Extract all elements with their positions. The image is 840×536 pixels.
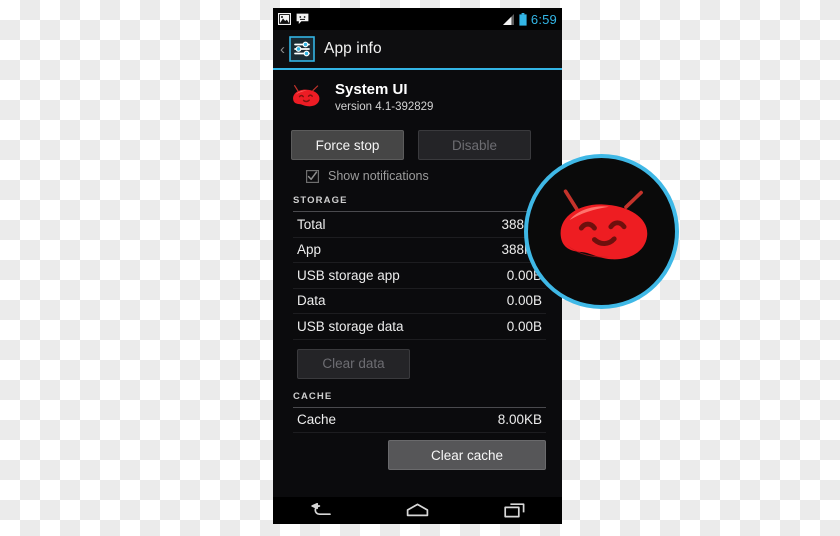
row-value: 0.00B bbox=[506, 293, 542, 309]
show-notifications-row[interactable]: Show notifications bbox=[273, 160, 562, 183]
app-header: System UI version 4.1-392829 bbox=[273, 70, 562, 117]
row-label: Cache bbox=[297, 412, 337, 428]
status-bar-system: 6:59 bbox=[502, 11, 557, 27]
storage-section-title: STORAGE bbox=[293, 195, 348, 206]
row-label: App bbox=[297, 242, 322, 258]
table-row: Cache 8.00KB bbox=[293, 408, 546, 433]
settings-sliders-icon[interactable] bbox=[289, 36, 315, 62]
image-icon bbox=[278, 13, 291, 25]
recents-nav-icon[interactable] bbox=[504, 503, 525, 518]
clear-data-button-wrap: Clear data bbox=[293, 340, 546, 379]
status-bar: 6:59 bbox=[273, 8, 562, 30]
app-name: System UI bbox=[335, 81, 408, 98]
row-label: Total bbox=[297, 216, 326, 232]
show-notifications-label: Show notifications bbox=[328, 169, 429, 183]
phone-device: 6:59 ‹ App info System UI version 4.1-39… bbox=[273, 8, 562, 524]
status-bar-notifications bbox=[278, 13, 309, 25]
row-label: USB storage data bbox=[297, 318, 404, 334]
row-label: Data bbox=[297, 293, 326, 309]
row-label: USB storage app bbox=[297, 267, 400, 283]
battery-icon bbox=[519, 12, 527, 26]
table-row: App 388KB bbox=[293, 238, 546, 263]
table-row: Data 0.00B bbox=[293, 289, 546, 314]
back-chevron-icon[interactable]: ‹ bbox=[277, 42, 288, 57]
disable-button[interactable]: Disable bbox=[418, 130, 531, 160]
table-row: USB storage app 0.00B bbox=[293, 263, 546, 289]
phone-screen: 6:59 ‹ App info System UI version 4.1-39… bbox=[273, 8, 562, 497]
android-jellybean-red-icon bbox=[289, 81, 323, 117]
action-bar: ‹ App info bbox=[273, 30, 562, 70]
clear-cache-button-wrap: Clear cache bbox=[293, 433, 546, 470]
cache-section: CACHE Cache 8.00KB Clear cache bbox=[293, 390, 546, 470]
app-title-block: System UI version 4.1-392829 bbox=[335, 81, 433, 114]
cache-section-title: CACHE bbox=[293, 390, 333, 402]
messaging-icon bbox=[296, 13, 309, 25]
clear-cache-button[interactable]: Clear cache bbox=[388, 440, 546, 470]
page-title: App info bbox=[324, 40, 382, 57]
checkbox-checked-icon[interactable] bbox=[306, 169, 319, 183]
screenshot-stage: 6:59 ‹ App info System UI version 4.1-39… bbox=[0, 0, 840, 536]
app-info-content: System UI version 4.1-392829 Force stop … bbox=[273, 70, 562, 495]
app-version: version 4.1-392829 bbox=[335, 101, 434, 113]
app-action-buttons: Force stop Disable bbox=[273, 117, 562, 160]
table-row: Total 388KB bbox=[293, 212, 546, 238]
status-bar-clock: 6:59 bbox=[530, 11, 557, 27]
force-stop-button[interactable]: Force stop bbox=[291, 130, 404, 160]
storage-section: STORAGE Total 388KB App 388KB USB storag… bbox=[293, 195, 546, 379]
row-value: 0.00B bbox=[506, 318, 542, 334]
magnifier-callout bbox=[524, 154, 679, 309]
row-value: 8.00KB bbox=[497, 412, 542, 428]
navigation-bar bbox=[273, 497, 562, 524]
home-nav-icon[interactable] bbox=[406, 503, 429, 518]
clear-data-button[interactable]: Clear data bbox=[297, 348, 410, 379]
back-nav-icon[interactable] bbox=[310, 503, 332, 518]
table-row: USB storage data 0.00B bbox=[293, 314, 546, 340]
android-jellybean-red-icon bbox=[545, 186, 659, 278]
signal-bars-icon bbox=[502, 13, 515, 25]
